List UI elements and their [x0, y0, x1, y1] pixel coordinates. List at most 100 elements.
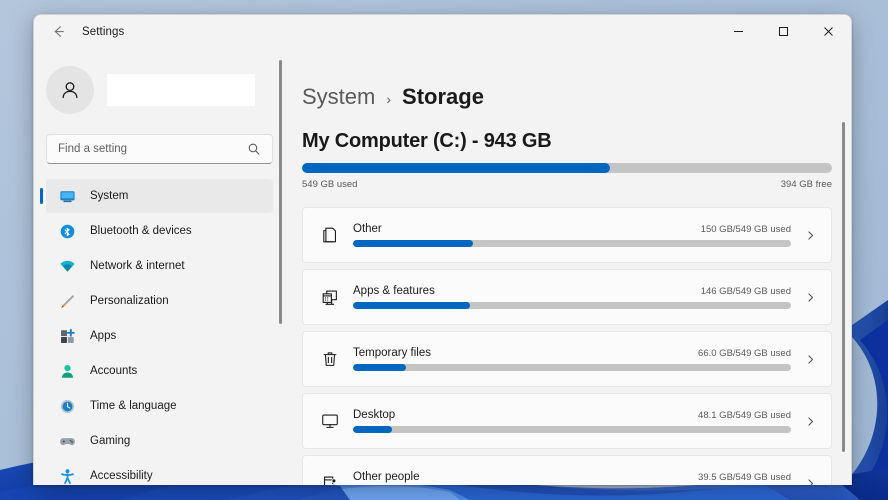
- storage-card-name: Desktop: [353, 409, 395, 421]
- person-icon: [58, 362, 76, 380]
- sidebar-item-label: Apps: [90, 330, 116, 342]
- settings-window: Settings: [33, 14, 852, 485]
- sidebar-nav: System Bluetooth & devices: [34, 179, 286, 485]
- sidebar-item-label: Gaming: [90, 435, 130, 447]
- storage-card-bar: [353, 302, 791, 309]
- search-input[interactable]: [47, 143, 236, 155]
- storage-card-top: Other 150 GB/549 GB used: [353, 223, 791, 235]
- app-title: Settings: [82, 26, 124, 38]
- sidebar: System Bluetooth & devices: [34, 48, 286, 485]
- storage-category-list: Other 150 GB/549 GB used: [302, 207, 832, 485]
- trash-icon: [319, 348, 341, 370]
- storage-card-name: Other people: [353, 471, 420, 483]
- storage-card-bar-fill: [353, 240, 473, 247]
- account-row[interactable]: [46, 66, 286, 114]
- storage-card-other-people[interactable]: Other people 39.5 GB/549 GB used: [302, 455, 832, 485]
- bluetooth-icon: [58, 222, 76, 240]
- storage-card-usage: 66.0 GB/549 GB used: [698, 348, 791, 359]
- title-bar: Settings: [34, 15, 851, 48]
- storage-card-bar: [353, 240, 791, 247]
- storage-card-body: Temporary files 66.0 GB/549 GB used: [353, 347, 791, 371]
- sidebar-item-personalization[interactable]: Personalization: [46, 284, 273, 318]
- drive-legend: 549 GB used 394 GB free: [302, 179, 832, 190]
- storage-card-bar: [353, 364, 791, 371]
- chevron-right-icon: ›: [386, 91, 391, 107]
- storage-card-top: Temporary files 66.0 GB/549 GB used: [353, 347, 791, 359]
- sidebar-item-label: Personalization: [90, 295, 169, 307]
- wifi-icon: [58, 257, 76, 275]
- maximize-button[interactable]: [761, 15, 806, 47]
- storage-card-body: Other people 39.5 GB/549 GB used: [353, 471, 791, 485]
- search-box[interactable]: [46, 134, 273, 164]
- avatar: [46, 66, 94, 114]
- storage-card-top: Other people 39.5 GB/549 GB used: [353, 471, 791, 483]
- storage-card-bar-fill: [353, 302, 470, 309]
- sidebar-item-gaming[interactable]: Gaming: [46, 424, 273, 458]
- drive-free-label: 394 GB free: [781, 179, 832, 190]
- storage-card-usage: 39.5 GB/549 GB used: [698, 472, 791, 483]
- drive-usage-bar: [302, 163, 832, 173]
- sidebar-item-label: System: [90, 190, 128, 202]
- page-title: Storage: [402, 84, 484, 110]
- close-button[interactable]: [806, 15, 851, 47]
- sidebar-item-label: Bluetooth & devices: [90, 225, 192, 237]
- sidebar-item-apps[interactable]: Apps: [46, 319, 273, 353]
- sidebar-item-label: Network & internet: [90, 260, 185, 272]
- sidebar-item-system[interactable]: System: [46, 179, 273, 213]
- accessibility-icon: [58, 467, 76, 485]
- window-body: System Bluetooth & devices: [34, 48, 851, 485]
- minimize-button[interactable]: [716, 15, 761, 47]
- storage-card-bar-fill: [353, 426, 392, 433]
- storage-card-name: Temporary files: [353, 347, 431, 359]
- main-content: System › Storage My Computer (C:) - 943 …: [286, 48, 851, 485]
- storage-card-temporary-files[interactable]: Temporary files 66.0 GB/549 GB used: [302, 331, 832, 387]
- sidebar-item-time-language[interactable]: Time & language: [46, 389, 273, 423]
- storage-card-name: Other: [353, 223, 382, 235]
- sidebar-item-bluetooth-devices[interactable]: Bluetooth & devices: [46, 214, 273, 248]
- storage-card-usage: 146 GB/549 GB used: [701, 286, 791, 297]
- monitor-icon: [58, 187, 76, 205]
- sidebar-item-label: Accessibility: [90, 470, 153, 482]
- storage-card-top: Desktop 48.1 GB/549 GB used: [353, 409, 791, 421]
- storage-card-body: Apps & features 146 GB/549 GB used: [353, 285, 791, 309]
- storage-card-body: Desktop 48.1 GB/549 GB used: [353, 409, 791, 433]
- paintbrush-icon: [58, 292, 76, 310]
- sidebar-item-label: Time & language: [90, 400, 177, 412]
- drive-usage-bar-fill: [302, 163, 610, 173]
- drive-title: My Computer (C:) - 943 GB: [302, 130, 851, 153]
- storage-card-apps-features[interactable]: Apps & features 146 GB/549 GB used: [302, 269, 832, 325]
- storage-card-bar-fill: [353, 364, 406, 371]
- gamepad-icon: [58, 432, 76, 450]
- apps-icon: [58, 327, 76, 345]
- chevron-right-icon[interactable]: [797, 415, 823, 428]
- drive-used-label: 549 GB used: [302, 179, 357, 190]
- back-button[interactable]: [43, 17, 73, 47]
- storage-card-top: Apps & features 146 GB/549 GB used: [353, 285, 791, 297]
- chevron-right-icon[interactable]: [797, 353, 823, 366]
- main-scrollbar[interactable]: [842, 122, 845, 452]
- storage-card-usage: 48.1 GB/549 GB used: [698, 410, 791, 421]
- sidebar-item-accessibility[interactable]: Accessibility: [46, 459, 273, 485]
- storage-card-usage: 150 GB/549 GB used: [701, 224, 791, 235]
- storage-card-bar: [353, 426, 791, 433]
- window-controls: [716, 15, 851, 47]
- apps-window-icon: [319, 286, 341, 308]
- account-name-redacted: [107, 74, 255, 106]
- storage-card-desktop[interactable]: Desktop 48.1 GB/549 GB used: [302, 393, 832, 449]
- pages-icon: [319, 224, 341, 246]
- desktop-monitor-icon: [319, 410, 341, 432]
- storage-card-name: Apps & features: [353, 285, 435, 297]
- sidebar-item-label: Accounts: [90, 365, 137, 377]
- breadcrumb-parent[interactable]: System: [302, 84, 375, 110]
- sidebar-item-network-internet[interactable]: Network & internet: [46, 249, 273, 283]
- search-icon: [236, 142, 272, 156]
- other-people-icon: [319, 472, 341, 485]
- sidebar-scrollbar[interactable]: [279, 60, 282, 324]
- storage-card-other[interactable]: Other 150 GB/549 GB used: [302, 207, 832, 263]
- storage-card-body: Other 150 GB/549 GB used: [353, 223, 791, 247]
- breadcrumb: System › Storage: [302, 84, 851, 110]
- sidebar-item-accounts[interactable]: Accounts: [46, 354, 273, 388]
- chevron-right-icon[interactable]: [797, 291, 823, 304]
- chevron-right-icon[interactable]: [797, 229, 823, 242]
- chevron-right-icon[interactable]: [797, 477, 823, 486]
